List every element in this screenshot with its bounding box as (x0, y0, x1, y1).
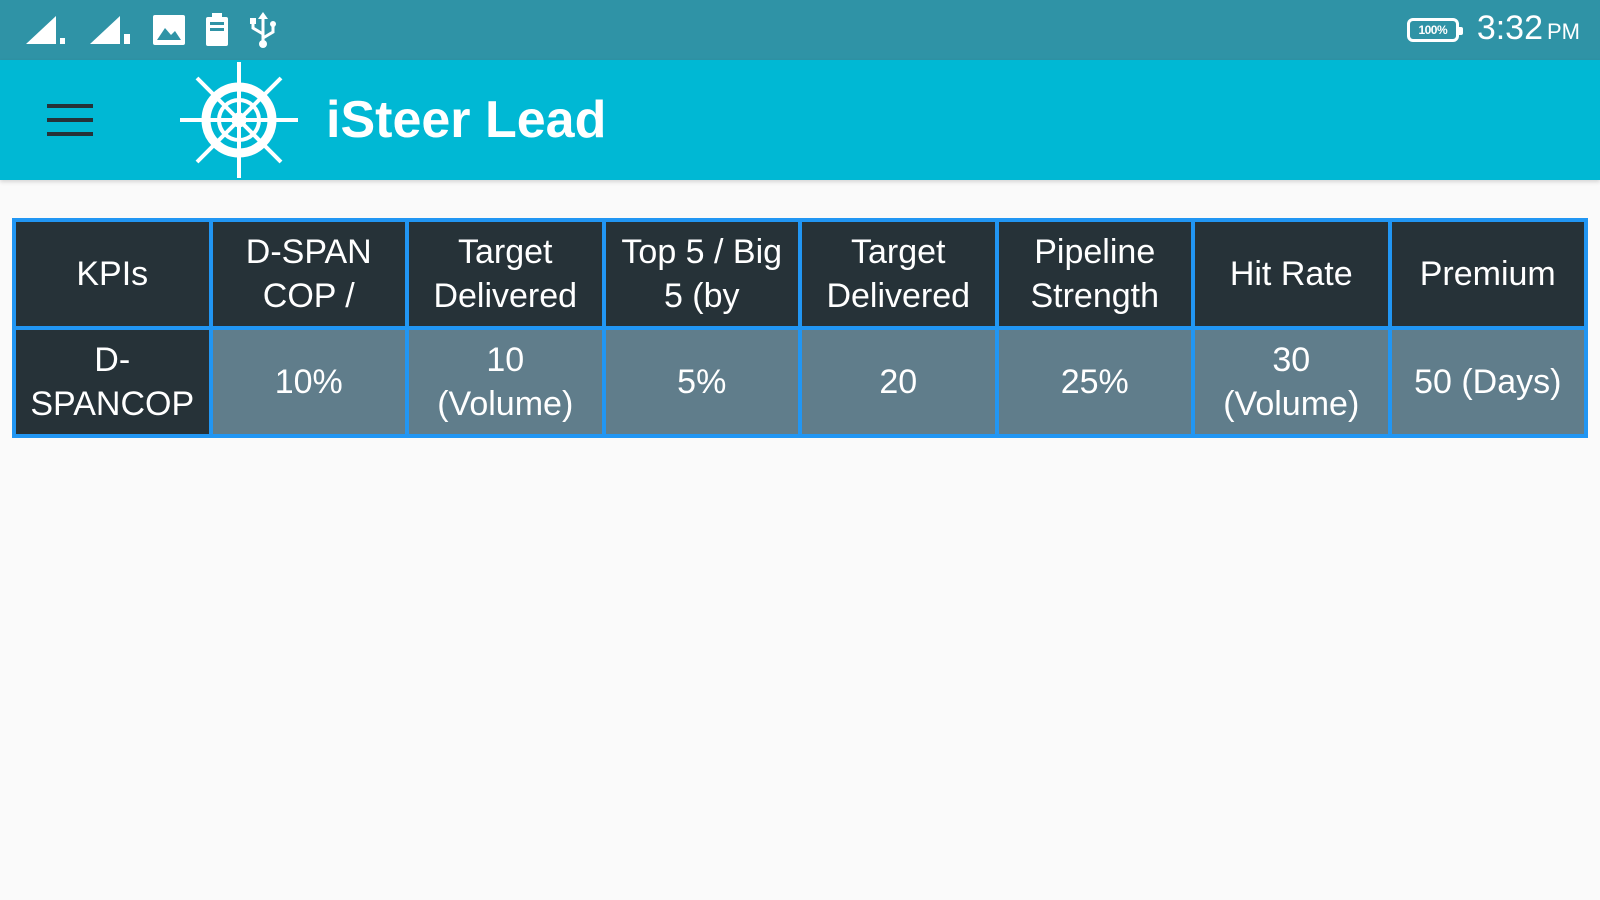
value-cell: 50 (Days) (1387, 326, 1588, 438)
header-target-delivered-2: Target Delivered (798, 218, 999, 330)
value-cell: 10 (Volume) (405, 326, 606, 438)
kpi-table: KPIs D-SPAN COP / Target Delivered Top 5… (12, 218, 1588, 438)
table-row[interactable]: D-SPANCOP 10% 10 (Volume) 5% 20 25% 30 (… (12, 326, 1588, 438)
signal-1-icon (26, 16, 65, 44)
menu-button[interactable] (38, 92, 102, 148)
battery-percent: 100% (1418, 23, 1448, 37)
status-icons (24, 10, 278, 50)
header-pipeline-strength: Pipeline Strength (994, 218, 1195, 330)
status-bar: 100% 3:32 PM (0, 0, 1600, 60)
app-bar: iSteer Lead (0, 60, 1600, 180)
ship-wheel-icon (180, 62, 298, 178)
value-cell: 25% (994, 326, 1195, 438)
value-cell: 10% (208, 326, 409, 438)
value-cell: 5% (601, 326, 802, 438)
signal-2-icon (90, 16, 130, 44)
battery-saver-icon (206, 13, 228, 46)
clock: 3:32 PM (1477, 6, 1580, 54)
clock-ampm: PM (1547, 19, 1580, 44)
clock-time: 3:32 (1476, 9, 1543, 47)
value-cell: 20 (798, 326, 999, 438)
row-label-cell: D-SPANCOP (12, 326, 213, 438)
hamburger-menu-icon (47, 104, 93, 136)
battery-icon: 100% (1406, 18, 1463, 42)
usb-icon (250, 12, 276, 48)
app-title: iSteer Lead (326, 91, 607, 149)
header-kpis: KPIs (12, 218, 213, 330)
kpi-table-container: KPIs D-SPAN COP / Target Delivered Top 5… (12, 218, 1588, 438)
header-target-delivered-1: Target Delivered (405, 218, 606, 330)
header-hit-rate: Hit Rate (1191, 218, 1392, 330)
status-right: 100% 3:32 PM (1406, 6, 1580, 54)
header-dspancop: D-SPAN COP / (208, 218, 409, 330)
header-top5-big5: Top 5 / Big 5 (by (601, 218, 802, 330)
value-cell: 30 (Volume) (1191, 326, 1392, 438)
table-header-row: KPIs D-SPAN COP / Target Delivered Top 5… (12, 218, 1588, 330)
header-premium: Premium (1387, 218, 1588, 330)
gallery-icon (153, 15, 185, 45)
